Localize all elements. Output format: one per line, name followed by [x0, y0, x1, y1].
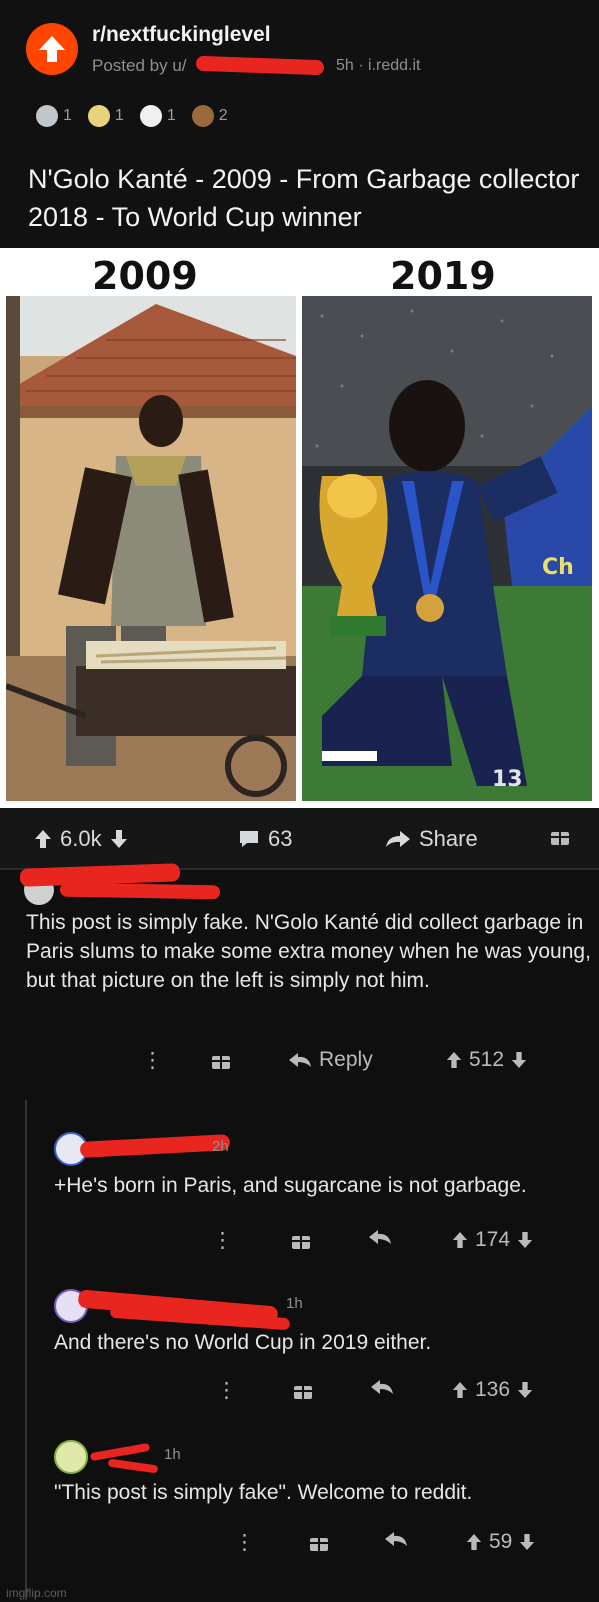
comment-avatar[interactable]: [54, 1440, 88, 1474]
upvote-icon[interactable]: [446, 1051, 462, 1069]
comment-vote-count: 512: [469, 1048, 505, 1071]
helpful-award-icon: [139, 105, 162, 127]
upvote-icon[interactable]: [34, 829, 52, 849]
post-header: r/nextfuckinglevel Posted by u/ 5h · i.r…: [0, 0, 599, 248]
comment-vote-count: 174: [475, 1228, 511, 1251]
more-options-icon[interactable]: ⋮: [142, 1048, 163, 1073]
comment-time: 2h: [212, 1138, 229, 1155]
comment-bubble-icon: [240, 831, 258, 847]
more-options-icon[interactable]: ⋮: [216, 1378, 237, 1403]
share-arrow-icon: [386, 831, 410, 847]
silver-award-icon: [36, 105, 58, 127]
comment-action-bar: ⋮ Reply 512: [0, 1048, 599, 1078]
photo-2019: Ch 13: [302, 296, 592, 801]
jersey-text: Ch: [542, 555, 574, 580]
gift-icon[interactable]: [210, 1050, 232, 1070]
username-redaction: [79, 1134, 231, 1158]
comment-body: +He's born in Paris, and sugarcane is no…: [54, 1174, 527, 1197]
comment-vote-count: 136: [475, 1378, 511, 1401]
share-label: Share: [419, 826, 478, 851]
more-options-icon[interactable]: ⋮: [234, 1530, 255, 1555]
comment-body: And there's no World Cup in 2019 either.: [54, 1331, 432, 1354]
upvote-icon[interactable]: [452, 1231, 468, 1249]
comment-action-bar: ⋮ 136: [0, 1378, 599, 1408]
comment-vote-control: 512: [446, 1048, 527, 1072]
imgflip-watermark: imgflip.com: [6, 1586, 67, 1600]
gift-icon: [551, 828, 569, 845]
reply-arrow-icon[interactable]: [368, 1228, 392, 1246]
comment-vote-control: 136: [452, 1378, 533, 1402]
year-label-left: 2009: [92, 254, 198, 298]
username-redaction: [59, 882, 221, 900]
upvote-icon[interactable]: [452, 1381, 468, 1399]
comment-vote-count: 59: [489, 1530, 513, 1553]
share-button[interactable]: Share: [385, 826, 478, 852]
gift-icon[interactable]: [290, 1230, 312, 1250]
upvote-arrow-icon: [39, 36, 65, 62]
reply-arrow-icon: [289, 1053, 311, 1067]
photo-2009: [6, 296, 296, 801]
more-options-icon[interactable]: ⋮: [212, 1228, 233, 1253]
subreddit-avatar[interactable]: [26, 23, 78, 75]
award-button[interactable]: [549, 826, 571, 846]
comment-action-bar: ⋮ 174: [0, 1228, 599, 1258]
post-title[interactable]: N'Golo Kanté - 2009 - From Garbage colle…: [28, 160, 588, 236]
gift-icon[interactable]: [308, 1532, 330, 1552]
comment-vote-control: 59: [466, 1530, 535, 1554]
downvote-icon[interactable]: [517, 1381, 533, 1399]
posted-by-label[interactable]: Posted by u/: [92, 56, 187, 76]
comment-vote-control: 174: [452, 1228, 533, 1252]
comment-time: 1h: [164, 1446, 181, 1463]
award-poop[interactable]: 2: [191, 105, 228, 127]
reply-button[interactable]: Reply: [288, 1048, 373, 1072]
username-redaction: [195, 55, 325, 76]
reply-arrow-icon[interactable]: [384, 1530, 408, 1548]
username-redaction: [89, 1442, 151, 1462]
poop-award-icon: [191, 105, 214, 127]
award-wholesome[interactable]: 1: [87, 105, 124, 127]
comment-body: "This post is simply fake". Welcome to r…: [54, 1481, 473, 1504]
thread-line: [25, 1100, 27, 1600]
award-helpful[interactable]: 1: [139, 105, 176, 127]
downvote-icon[interactable]: [511, 1051, 527, 1069]
post-image[interactable]: 2009 2019 Ch 13: [0, 248, 599, 808]
post-action-bar: 6.0k 63 Share: [0, 808, 599, 870]
comments-button[interactable]: 63: [238, 826, 292, 852]
wholesome-award-icon: [87, 105, 110, 127]
comment-body: This post is simply fake. N'Golo Kanté d…: [26, 911, 591, 992]
downvote-icon[interactable]: [517, 1231, 533, 1249]
username-redaction: [107, 1458, 159, 1474]
awards-row[interactable]: 1 1 1 2: [36, 103, 236, 129]
vote-count: 6.0k: [60, 826, 102, 851]
downvote-icon[interactable]: [110, 829, 128, 849]
post-time-source: 5h · i.redd.it: [336, 57, 421, 74]
comment-time: 1h: [286, 1295, 303, 1312]
jersey-number: 13: [492, 767, 523, 792]
reply-arrow-icon[interactable]: [370, 1378, 394, 1396]
comment-action-bar: ⋮ 59: [0, 1530, 599, 1560]
award-silver[interactable]: 1: [36, 105, 72, 127]
year-label-right: 2019: [390, 254, 496, 298]
downvote-icon[interactable]: [519, 1533, 535, 1551]
vote-control: 6.0k: [34, 826, 128, 852]
subreddit-name[interactable]: r/nextfuckinglevel: [92, 23, 271, 47]
gift-icon[interactable]: [292, 1380, 314, 1400]
upvote-icon[interactable]: [466, 1533, 482, 1551]
comment-count: 63: [268, 826, 293, 851]
